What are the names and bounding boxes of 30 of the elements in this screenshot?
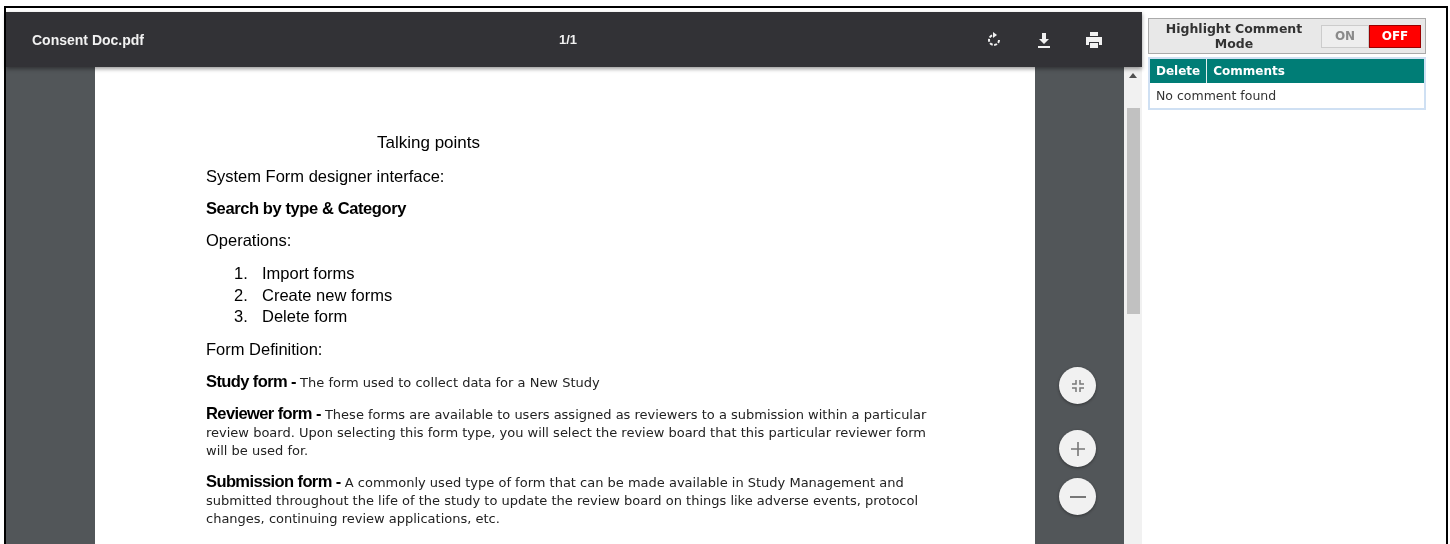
column-header: Comments (1212, 63, 1286, 80)
definition-text: Study form - The form used to collect data for a New Study (206, 371, 601, 392)
body-text: Operations: (206, 231, 293, 250)
definition-text: Reviewer form - These forms are available to users assigned as reviewers to a submission within a particular review board. Upon selecting this form type, you will select the review board that this particular reviewer form will be used for. (206, 403, 928, 460)
list-item-text: Import forms (262, 263, 355, 284)
zoom-in-button[interactable] (1059, 430, 1097, 467)
scrollbar-thumb[interactable] (1126, 108, 1140, 314)
document-title: Talking points (377, 133, 480, 153)
shrink-icon (1069, 377, 1086, 394)
toggle-option[interactable]: ON (1321, 24, 1369, 48)
body-text: Form Definition: (206, 339, 324, 359)
definition-text: Submission form - A commonly used type of form that can be made available in Study Management and submitted throughout the life of the study to update the review board on things like adverse events, protocol changes, continuing review applications, etc. (206, 471, 920, 528)
scrollbar[interactable] (1124, 67, 1142, 544)
body-text: System Form designer interface: (206, 167, 446, 186)
print-icon[interactable] (1084, 29, 1104, 50)
list-item-text: Delete form (262, 306, 348, 327)
plus-icon (1069, 440, 1086, 457)
scroll-up-icon[interactable] (1129, 73, 1138, 78)
list-number: 2. (234, 284, 249, 306)
list-number: 1. (234, 263, 249, 284)
list-number: 3. (234, 306, 249, 327)
fit-page-button[interactable] (1059, 367, 1097, 404)
minus-icon (1069, 495, 1086, 498)
section-heading: Search by type & Category (206, 199, 407, 218)
zoom-out-button[interactable] (1059, 478, 1097, 515)
file-name: Consent Doc.pdf (32, 31, 145, 48)
page-counter: 1/1 (559, 32, 578, 47)
list-item-text: Create new forms (262, 284, 393, 306)
mode-label: Highlight Comment Mode (1164, 21, 1304, 51)
toggle-option[interactable]: OFF (1369, 24, 1421, 48)
